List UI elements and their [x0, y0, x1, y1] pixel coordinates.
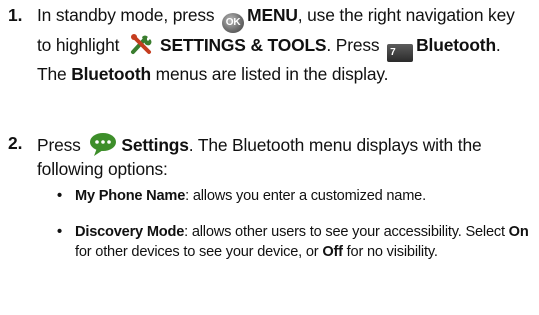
bullet-marker: • [57, 224, 62, 240]
seven-key-icon: 7 [387, 44, 414, 62]
step-text: Press Settings. The Bluetooth menu displ… [37, 131, 532, 182]
step-number: 2. [8, 133, 23, 153]
step-number: 1. [8, 5, 23, 25]
settings-tools-icon [131, 34, 152, 54]
list-item: • My Phone Name: allows you enter a cust… [57, 187, 530, 207]
step-2: 2. Press Settings. The Bluetooth menu di… [0, 131, 532, 182]
step-text: In standby mode, press OK MENU, use the r… [37, 5, 515, 84]
step-1: 1. In standby mode, press OK MENU, use th… [0, 3, 532, 86]
speech-bubble-icon [90, 133, 117, 156]
bullet-marker: • [57, 188, 62, 204]
ok-key-icon: OK [222, 13, 245, 33]
list-item: • Discovery Mode: allows other users to … [57, 224, 529, 260]
